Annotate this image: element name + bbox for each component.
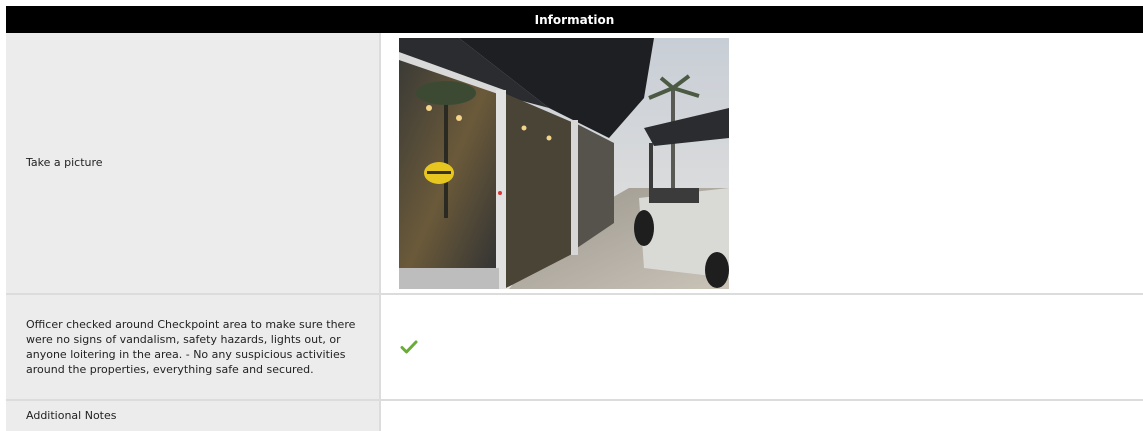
row-value bbox=[381, 33, 1143, 293]
table-row: Additional Notes bbox=[6, 401, 1143, 431]
information-table: Information Take a picture Officer check… bbox=[6, 6, 1143, 431]
row-label: Additional Notes bbox=[6, 401, 381, 431]
header-title: Information bbox=[534, 12, 615, 27]
checkmark-icon bbox=[400, 340, 418, 354]
table-row: Officer checked around Checkpoint area t… bbox=[6, 295, 1143, 401]
checkpoint-photo bbox=[399, 37, 729, 289]
row-value bbox=[381, 401, 1143, 431]
row-value bbox=[381, 295, 1143, 399]
row-label: Take a picture bbox=[6, 33, 381, 293]
row-label: Officer checked around Checkpoint area t… bbox=[6, 295, 381, 399]
table-header: Information bbox=[6, 6, 1143, 33]
table-row: Take a picture bbox=[6, 33, 1143, 295]
